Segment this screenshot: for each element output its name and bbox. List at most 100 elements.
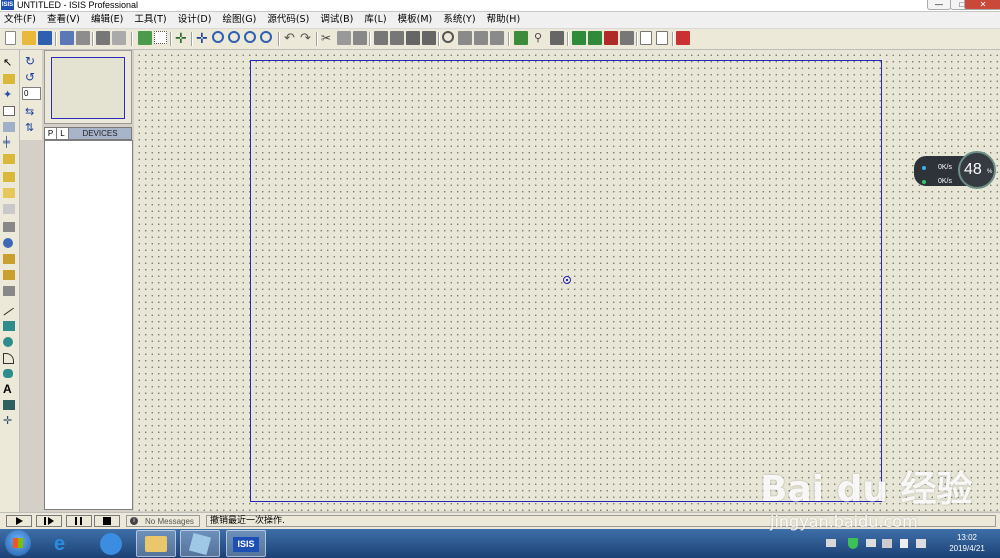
menu-library[interactable]: 库(L) — [360, 12, 390, 27]
netlist-to-ares-icon[interactable] — [676, 31, 690, 45]
zoom-area-icon[interactable] — [260, 31, 272, 43]
symbol-tool-icon[interactable] — [3, 400, 15, 410]
text-script-icon[interactable] — [3, 122, 15, 132]
pause-button[interactable] — [66, 515, 92, 527]
overview-window[interactable] — [44, 50, 132, 124]
mirror-vertical-icon[interactable]: ⇅ — [25, 123, 37, 134]
voltage-probe-icon[interactable] — [3, 254, 15, 264]
messages-box[interactable]: i No Messages — [126, 515, 200, 527]
menu-debug[interactable]: 调试(B) — [316, 12, 357, 27]
menu-view[interactable]: 查看(V) — [43, 12, 84, 27]
print-area-icon[interactable] — [112, 31, 126, 45]
terminals-icon[interactable] — [3, 172, 15, 182]
component-mode-icon[interactable] — [3, 74, 15, 84]
subcircuit-icon[interactable] — [3, 154, 15, 164]
export-icon[interactable] — [76, 31, 90, 45]
schematic-canvas[interactable] — [134, 50, 1000, 511]
taskbar-isis[interactable]: ISIS — [226, 530, 266, 557]
redo-icon[interactable]: ↷ — [300, 31, 314, 45]
make-device-icon[interactable] — [458, 31, 472, 45]
rotate-anticlockwise-icon[interactable]: ↺ — [25, 71, 37, 83]
arc-tool-icon[interactable] — [3, 353, 14, 364]
new-sheet-icon[interactable] — [572, 31, 586, 45]
rotate-clockwise-icon[interactable]: ↻ — [25, 55, 37, 67]
circle-tool-icon[interactable] — [3, 337, 13, 347]
wire-label-icon[interactable] — [3, 106, 15, 116]
menu-template[interactable]: 模板(M) — [394, 12, 437, 27]
minimize-button[interactable]: — — [927, 0, 951, 10]
block-delete-icon[interactable] — [422, 31, 436, 45]
selection-mode-icon[interactable]: ↖ — [3, 58, 15, 69]
search-tag-icon[interactable]: ⚲ — [534, 31, 548, 45]
stop-button[interactable] — [94, 515, 120, 527]
menu-system[interactable]: 系统(Y) — [439, 12, 479, 27]
block-move-icon[interactable] — [390, 31, 404, 45]
device-pins-icon[interactable] — [3, 188, 15, 198]
generator-icon[interactable] — [3, 238, 13, 248]
grid-icon[interactable] — [154, 31, 167, 44]
menu-tools[interactable]: 工具(T) — [130, 12, 170, 27]
play-button[interactable] — [6, 515, 32, 527]
text-tool-icon[interactable]: A — [3, 383, 15, 395]
marker-tool-icon[interactable]: ✛ — [3, 416, 15, 427]
menu-graph[interactable]: 绘图(G) — [219, 12, 261, 27]
mirror-horizontal-icon[interactable]: ⇆ — [25, 107, 37, 118]
network-speed-widget[interactable]: 0K/s 0K/s 48 % — [914, 151, 998, 189]
bus-icon[interactable]: ╪ — [3, 138, 15, 148]
copy-icon[interactable] — [337, 31, 351, 45]
start-button[interactable] — [5, 530, 31, 556]
packaging-tool-icon[interactable] — [474, 31, 488, 45]
origin-icon[interactable]: ✛ — [175, 31, 189, 45]
print-icon[interactable] — [96, 31, 110, 45]
zoom-all-icon[interactable] — [244, 31, 256, 43]
add-sheet-icon[interactable] — [588, 31, 602, 45]
new-file-icon[interactable] — [5, 31, 16, 45]
box-tool-icon[interactable] — [3, 321, 15, 331]
path-tool-icon[interactable] — [3, 369, 13, 378]
step-button[interactable] — [36, 515, 62, 527]
parent-sheet-icon[interactable] — [620, 31, 634, 45]
undo-icon[interactable]: ↶ — [284, 31, 298, 45]
toolbar-separator — [191, 32, 193, 46]
paste-icon[interactable] — [353, 31, 367, 45]
graph-icon[interactable] — [3, 204, 15, 214]
cut-icon[interactable]: ✂ — [321, 31, 335, 45]
import-icon[interactable] — [60, 31, 74, 45]
main-toolbar: ✛ ✛ ↶ ↷ ✂ ⚲ — [0, 29, 1000, 50]
close-button[interactable]: ✕ — [964, 0, 1000, 10]
refresh-icon[interactable] — [138, 31, 152, 45]
bill-of-materials-icon[interactable] — [640, 31, 652, 45]
block-copy-icon[interactable] — [374, 31, 388, 45]
line-tool-icon[interactable] — [3, 307, 15, 317]
taskbar-explorer[interactable] — [136, 530, 176, 557]
taskbar-browser[interactable] — [92, 530, 132, 557]
electrical-check-icon[interactable] — [656, 31, 668, 45]
menu-source[interactable]: 源代码(S) — [263, 12, 313, 27]
current-probe-icon[interactable] — [3, 270, 15, 280]
percent-unit: % — [987, 169, 993, 175]
device-list[interactable] — [44, 140, 133, 510]
property-tool-icon[interactable] — [550, 31, 564, 45]
save-icon[interactable] — [38, 31, 52, 45]
menu-file[interactable]: 文件(F) — [0, 12, 40, 27]
menu-help[interactable]: 帮助(H) — [483, 12, 525, 27]
taskbar-app[interactable] — [180, 530, 220, 557]
taskbar-ie[interactable]: e — [46, 530, 86, 557]
pan-icon[interactable]: ✛ — [196, 31, 210, 45]
block-rotate-icon[interactable] — [406, 31, 420, 45]
memory-usage-circle[interactable]: 48 % — [958, 151, 996, 189]
clock-date: 2019/4/21 — [949, 544, 985, 553]
decompose-icon[interactable] — [490, 31, 504, 45]
rotation-angle-input[interactable]: 0 — [22, 87, 41, 100]
tape-recorder-icon[interactable] — [3, 222, 15, 232]
junction-dot-icon[interactable]: ✦ — [3, 90, 15, 101]
pick-device-icon[interactable] — [442, 31, 454, 43]
menu-edit[interactable]: 编辑(E) — [87, 12, 127, 27]
zoom-out-icon[interactable] — [228, 31, 240, 43]
zoom-in-icon[interactable] — [212, 31, 224, 43]
wire-autorouter-icon[interactable] — [514, 31, 528, 45]
virtual-instrument-icon[interactable] — [3, 286, 15, 296]
remove-sheet-icon[interactable] — [604, 31, 618, 45]
menu-design[interactable]: 设计(D) — [174, 12, 216, 27]
open-folder-icon[interactable] — [22, 31, 36, 45]
